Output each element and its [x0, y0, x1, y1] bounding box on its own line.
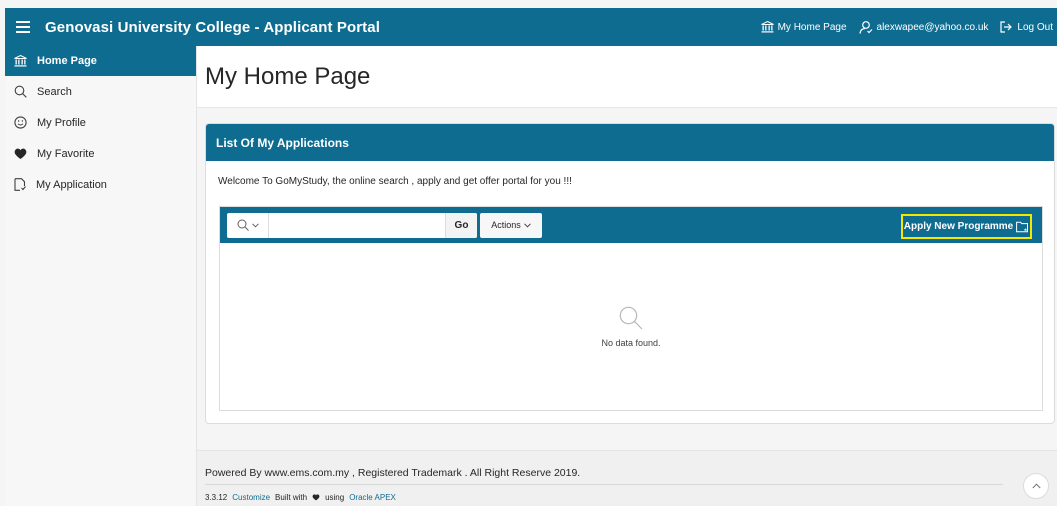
apply-new-programme-button[interactable]: Apply New Programme	[901, 214, 1032, 239]
bank-icon	[14, 55, 27, 67]
user-email: alexwapee@yahoo.co.uk	[876, 21, 989, 33]
logout-icon	[1000, 21, 1013, 33]
user-menu[interactable]: alexwapee@yahoo.co.uk	[858, 20, 989, 34]
search-icon	[237, 219, 249, 231]
main-content: My Home Page List Of My Applications Wel…	[197, 46, 1057, 506]
sidebar-item-label: My Favorite	[37, 147, 95, 160]
search-input[interactable]	[269, 212, 445, 238]
welcome-text: Welcome To GoMyStudy, the online search …	[218, 176, 572, 187]
scroll-to-top-button[interactable]	[1023, 473, 1049, 499]
version-label: 3.3.12	[205, 493, 228, 502]
page-title: My Home Page	[205, 62, 371, 90]
footer-powered-text: Powered By www.ems.com.my , Registered T…	[205, 467, 1003, 485]
search-icon	[14, 85, 27, 98]
home-link[interactable]: My Home Page	[760, 21, 847, 33]
heart-icon	[14, 148, 27, 159]
no-data-text: No data found.	[601, 338, 661, 348]
logout-button[interactable]: Log Out	[1000, 21, 1053, 33]
applications-region: List Of My Applications Welcome To GoMyS…	[205, 123, 1055, 424]
chevron-down-icon	[251, 222, 259, 228]
bank-icon	[760, 21, 774, 33]
footer: Powered By www.ems.com.my , Registered T…	[197, 450, 1057, 506]
sidebar-item-search[interactable]: Search	[5, 76, 196, 107]
top-navigation-bar: Genovasi University College - Applicant …	[5, 8, 1057, 46]
smiley-icon	[14, 116, 27, 129]
apply-label: Apply New Programme	[903, 221, 1014, 232]
top-right-links: My Home Page alexwapee@yahoo.co.uk Log O…	[760, 20, 1057, 34]
heart-icon	[312, 494, 320, 501]
footer-meta: 3.3.12 Customize Built with using Oracle…	[205, 493, 1057, 502]
document-icon	[14, 178, 26, 191]
search-bar: Go	[227, 212, 477, 238]
search-column-dropdown[interactable]	[227, 212, 269, 238]
search-icon	[619, 306, 643, 330]
sidebar-item-my-application[interactable]: My Application	[5, 169, 196, 200]
sidebar-item-label: My Application	[36, 178, 107, 191]
applications-report: Go Actions Apply New Programme No data f…	[219, 206, 1043, 411]
built-with-label: Built with	[275, 493, 308, 502]
actions-label: Actions	[491, 220, 521, 230]
sidebar-item-home-page[interactable]: Home Page	[5, 46, 196, 76]
sidebar: Home Page Search My Profile My Favorite …	[5, 46, 197, 506]
report-toolbar: Go Actions Apply New Programme	[220, 207, 1042, 243]
actions-menu-button[interactable]: Actions	[480, 212, 542, 238]
hamburger-menu-icon[interactable]	[9, 8, 37, 46]
sidebar-item-my-favorite[interactable]: My Favorite	[5, 138, 196, 169]
sidebar-item-label: My Profile	[37, 116, 86, 129]
logout-label: Log Out	[1017, 21, 1053, 33]
app-title[interactable]: Genovasi University College - Applicant …	[45, 19, 380, 36]
oracle-apex-link[interactable]: Oracle APEX	[349, 493, 396, 502]
folder-star-icon	[1016, 221, 1029, 232]
page-header: My Home Page	[197, 46, 1057, 108]
user-icon	[858, 20, 872, 34]
using-label: using	[325, 493, 345, 502]
chevron-up-icon	[1031, 483, 1041, 489]
sidebar-item-label: Search	[37, 85, 72, 98]
home-link-label: My Home Page	[777, 21, 847, 33]
no-data-message: No data found.	[220, 243, 1042, 411]
region-title: List Of My Applications	[206, 124, 1054, 161]
sidebar-item-my-profile[interactable]: My Profile	[5, 107, 196, 138]
sidebar-item-label: Home Page	[37, 55, 97, 67]
go-button[interactable]: Go	[445, 212, 477, 238]
chevron-down-icon	[523, 222, 531, 228]
customize-link[interactable]: Customize	[232, 493, 270, 502]
